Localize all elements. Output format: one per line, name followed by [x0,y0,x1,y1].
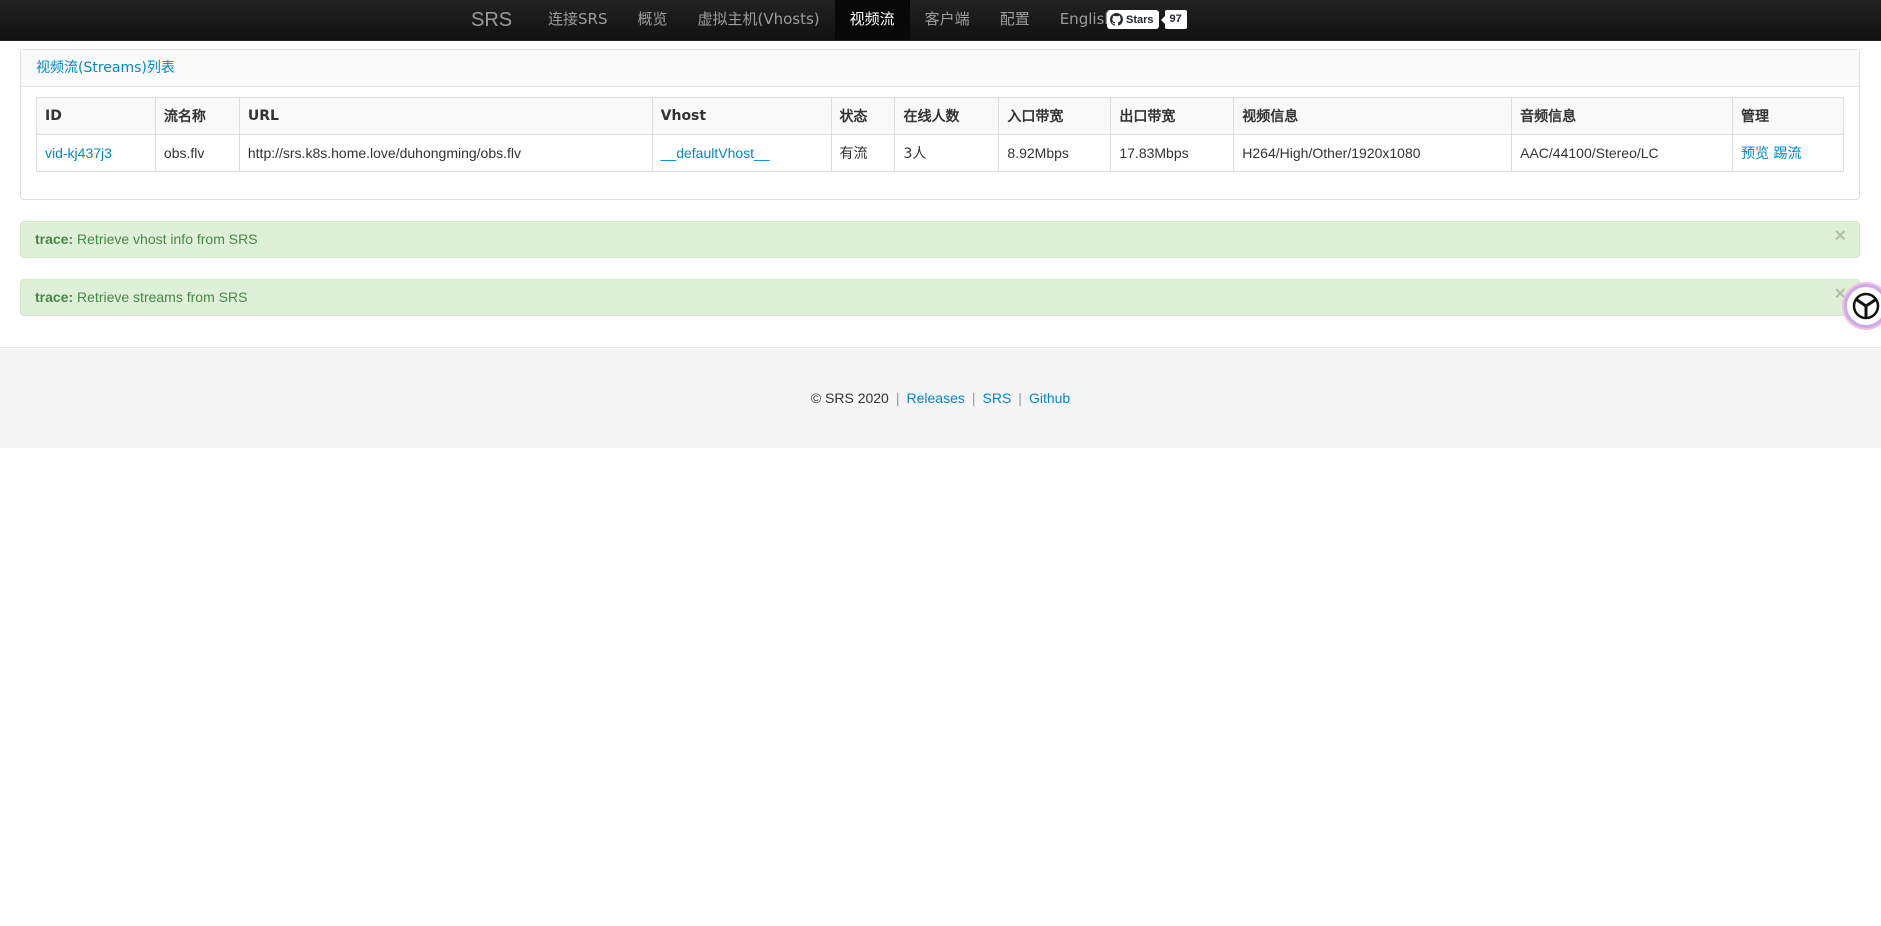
preview-link[interactable]: 预览 [1741,146,1769,162]
column-header-send: 出口带宽 [1110,97,1235,135]
table-header-row: ID 流名称 URL Vhost 状态 在线人数 入口带宽 出口带宽 视频信息 … [36,97,1844,135]
alert-level: trace: [35,231,74,247]
nav-item-overview[interactable]: 概览 [622,0,682,40]
footer: © SRS 2020 | Releases | SRS | Github [0,347,1881,448]
nav-item-vhosts[interactable]: 虚拟主机(Vhosts) [682,0,834,40]
footer-separator: | [971,390,976,406]
alert-message: Retrieve vhost info from SRS [77,231,258,247]
footer-content: © SRS 2020 | Releases | SRS | Github [0,390,1881,406]
column-header-audio: 音频信息 [1511,97,1733,135]
navbar: SRS 连接SRS 概览 虚拟主机(Vhosts) 视频流 客户端 配置 Eng… [0,0,1881,41]
alert-level: trace: [35,289,74,305]
kick-stream-link[interactable]: 踢流 [1773,146,1801,162]
footer-link-srs[interactable]: SRS [983,390,1012,406]
cell-manage: 预览 踢流 [1732,134,1844,172]
github-stars-button[interactable]: Stars [1107,10,1159,29]
close-icon[interactable]: × [1834,221,1846,251]
footer-copyright: © SRS 2020 [810,390,889,406]
assistant-logo-icon [1852,292,1880,320]
column-header-vhost: Vhost [651,97,832,135]
footer-link-github[interactable]: Github [1029,390,1070,406]
github-stars-widget: Stars 97 [1107,10,1187,29]
table-row: vid-kj437j3 obs.flv http://srs.k8s.home.… [36,134,1844,172]
github-count-caret [1160,15,1165,24]
github-stars-label: Stars [1126,13,1154,26]
cell-recv: 8.92Mbps [998,134,1112,172]
footer-separator: | [1018,390,1022,406]
cell-send: 17.83Mbps [1110,134,1235,172]
column-header-status: 状态 [830,97,896,135]
streams-table: ID 流名称 URL Vhost 状态 在线人数 入口带宽 出口带宽 视频信息 … [36,97,1844,172]
alert-streams: trace: Retrieve streams from SRS × [20,279,1860,316]
floating-assistant-icon[interactable] [1844,284,1881,328]
alert-vhost-info: trace: Retrieve vhost info from SRS × [20,221,1860,258]
brand-link[interactable]: SRS [471,0,512,40]
column-header-clients: 在线人数 [894,97,1000,135]
github-stars-count[interactable]: 97 [1164,10,1187,29]
nav-item-streams[interactable]: 视频流 [834,0,910,40]
nav-item-clients[interactable]: 客户端 [910,0,985,40]
panel-heading: 视频流(Streams)列表 [21,50,1859,87]
cell-url: http://srs.k8s.home.love/duhongming/obs.… [238,134,653,172]
cell-name: obs.flv [154,134,240,172]
nav-menu: 连接SRS 概览 虚拟主机(Vhosts) 视频流 客户端 配置 English [533,0,1129,40]
cell-status: 有流 [830,134,896,172]
nav-item-config[interactable]: 配置 [985,0,1045,40]
github-icon [1110,13,1123,26]
alert-message: Retrieve streams from SRS [77,289,248,305]
cell-video: H264/High/Other/1920x1080 [1233,134,1513,172]
cell-id: vid-kj437j3 [36,134,156,172]
column-header-recv: 入口带宽 [998,97,1112,135]
vhost-link[interactable]: __defaultVhost__ [661,145,770,161]
footer-link-releases[interactable]: Releases [906,390,964,406]
nav-item-connect[interactable]: 连接SRS [533,0,622,40]
column-header-video: 视频信息 [1233,97,1513,135]
column-header-url: URL [238,97,653,135]
cell-vhost: __defaultVhost__ [651,134,832,172]
column-header-id: ID [36,97,156,135]
stream-id-link[interactable]: vid-kj437j3 [45,145,112,161]
panel-title-link[interactable]: 视频流(Streams)列表 [36,60,175,76]
column-header-name: 流名称 [154,97,240,135]
streams-panel: 视频流(Streams)列表 ID 流名称 URL Vhost 状态 在线人数 … [20,49,1860,200]
cell-audio: AAC/44100/Stereo/LC [1511,134,1733,172]
footer-separator: | [895,390,900,406]
cell-clients: 3人 [894,134,1000,172]
column-header-manage: 管理 [1732,97,1844,135]
